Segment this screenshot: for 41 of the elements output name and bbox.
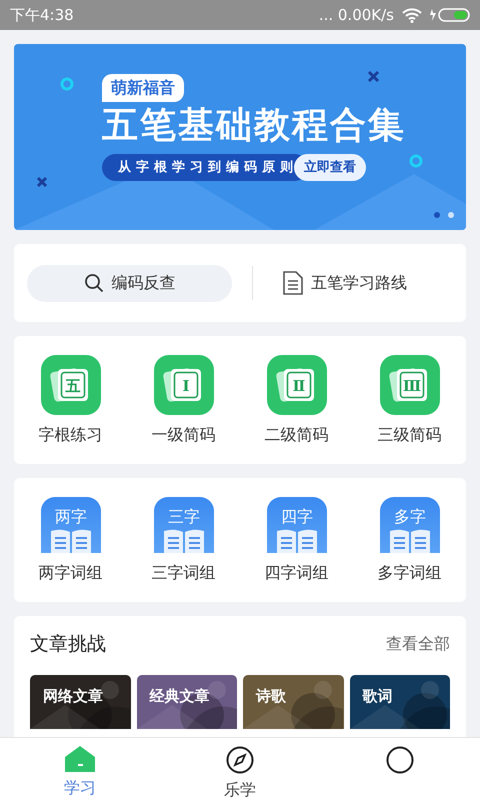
card-icon: Ⅱ bbox=[266, 355, 326, 415]
home-icon bbox=[65, 746, 95, 772]
practice-item[interactable]: Ⅰ 一级简码 bbox=[127, 354, 240, 448]
search-icon bbox=[84, 273, 104, 293]
circle-icon bbox=[386, 746, 414, 774]
practice-item[interactable]: 五 字根练习 bbox=[14, 354, 127, 448]
phrase-item[interactable]: 四字 四字词组 bbox=[240, 496, 353, 586]
article-category[interactable]: 诗歌 bbox=[243, 674, 344, 728]
battery-icon bbox=[430, 8, 470, 22]
phrase-item[interactable]: 三字 三字词组 bbox=[127, 496, 240, 586]
category-label: 歌词 bbox=[362, 686, 392, 706]
section-title: 文章挑战 bbox=[30, 632, 106, 657]
tab[interactable]: 乐学 bbox=[160, 738, 320, 800]
banner-tag: 萌新福音 bbox=[102, 74, 184, 102]
article-category[interactable]: 歌词 bbox=[350, 674, 450, 728]
category-label: 诗歌 bbox=[256, 686, 286, 706]
article-category[interactable]: 经典文章 bbox=[136, 674, 237, 728]
network-speed: ... 0.00K/s bbox=[318, 4, 394, 26]
card-icon: Ⅰ bbox=[154, 355, 214, 415]
document-icon bbox=[283, 271, 303, 295]
code-lookup-button[interactable]: 编码反查 bbox=[27, 264, 232, 302]
book-icon: 三字 bbox=[154, 497, 214, 553]
phrase-item[interactable]: 两字 两字词组 bbox=[14, 496, 127, 586]
card-icon: 五 bbox=[40, 355, 100, 415]
phrase-item[interactable]: 多字 多字词组 bbox=[353, 496, 466, 586]
wifi-icon bbox=[402, 8, 422, 22]
learning-route-link[interactable]: 五笔学习路线 bbox=[277, 270, 413, 296]
category-label: 网络文章 bbox=[43, 686, 103, 706]
banner-title: 五笔基础教程合集 bbox=[102, 106, 406, 146]
status-time: 下午4:38 bbox=[10, 4, 74, 26]
practice-item[interactable]: Ⅱ 二级简码 bbox=[240, 354, 353, 448]
article-category[interactable]: 网络文章 bbox=[30, 674, 130, 728]
view-all-link[interactable]: 查看全部 bbox=[386, 632, 450, 656]
compass-icon bbox=[226, 746, 254, 774]
book-icon: 两字 bbox=[40, 497, 100, 553]
practice-item[interactable]: Ⅲ 三级简码 bbox=[353, 354, 466, 448]
category-label: 经典文章 bbox=[150, 686, 210, 706]
tab[interactable]: 学习 bbox=[0, 738, 160, 800]
card-icon: Ⅲ bbox=[380, 355, 440, 415]
book-icon: 四字 bbox=[266, 497, 326, 553]
book-icon: 多字 bbox=[380, 497, 440, 553]
